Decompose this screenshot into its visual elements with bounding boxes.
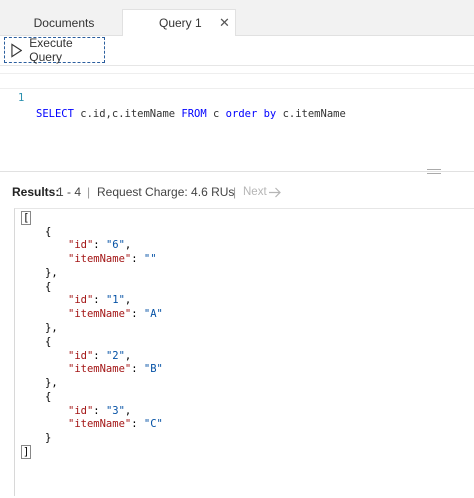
results-title: Results: xyxy=(12,185,60,199)
keyword-order-by: order by xyxy=(225,108,277,120)
separator: | xyxy=(233,185,237,199)
close-icon[interactable]: ✕ xyxy=(219,10,231,36)
json-open-brace: { xyxy=(45,391,52,403)
splitter-grip-icon[interactable] xyxy=(427,169,441,174)
json-line: "itemName": "B" xyxy=(68,363,163,375)
query-text: SELECT c.id,c.itemName FROM c order by c… xyxy=(36,106,346,122)
json-close-brace: }, xyxy=(45,377,58,389)
execute-query-label: Execute Query xyxy=(29,36,73,64)
pane-splitter[interactable] xyxy=(0,171,474,172)
arrow-right-icon[interactable] xyxy=(268,187,282,198)
play-icon xyxy=(11,42,23,58)
query-alias: c xyxy=(206,108,226,120)
json-close-brace: }, xyxy=(45,322,58,334)
json-close-brace: } xyxy=(45,432,52,444)
keyword-select: SELECT xyxy=(36,108,74,120)
json-line: "id": "3", xyxy=(68,405,132,417)
json-open-brace: { xyxy=(45,281,52,293)
query-order-field: c.itemName xyxy=(276,108,346,120)
tab-query-1[interactable]: Query 1 ✕ xyxy=(122,9,236,37)
line-number: 1 xyxy=(18,92,25,104)
results-header: Results: 1 - 4 | Request Charge: 4.6 RUs… xyxy=(0,180,474,204)
json-open-bracket: [ xyxy=(21,211,32,225)
request-charge: Request Charge: 4.6 RUs xyxy=(97,185,235,199)
separator: | xyxy=(87,185,91,199)
tab-bar: Documents Query 1 ✕ xyxy=(0,0,474,37)
json-line: "itemName": "C" xyxy=(68,418,163,430)
execute-query-button[interactable]: Execute Query xyxy=(4,36,105,64)
json-line: "id": "1", xyxy=(68,294,132,306)
json-close-brace: }, xyxy=(45,267,58,279)
json-open-brace: { xyxy=(45,226,52,238)
tab-documents[interactable]: Documents xyxy=(6,9,122,37)
query-editor[interactable]: 1 SELECT c.id,c.itemName FROM c order by… xyxy=(0,67,474,171)
next-page-link[interactable]: Next xyxy=(243,180,267,204)
json-line: "id": "6", xyxy=(68,239,132,251)
results-range: 1 - 4 xyxy=(57,185,82,199)
json-line: "id": "2", xyxy=(68,350,132,362)
json-open-brace: { xyxy=(45,336,52,348)
toolbar: Execute Query xyxy=(0,36,474,66)
editor-line[interactable]: 1 SELECT c.id,c.itemName FROM c order by… xyxy=(0,73,474,120)
results-pane[interactable]: [ { "id": "6", "itemName": "" }, { "id":… xyxy=(14,208,474,496)
json-line: "itemName": "" xyxy=(68,253,157,265)
tab-query-1-label: Query 1 xyxy=(159,16,202,30)
json-line: "itemName": "A" xyxy=(68,308,163,320)
query-fields: c.id,c.itemName xyxy=(73,108,182,120)
keyword-from: FROM xyxy=(181,108,207,120)
json-close-bracket: ] xyxy=(21,445,32,459)
